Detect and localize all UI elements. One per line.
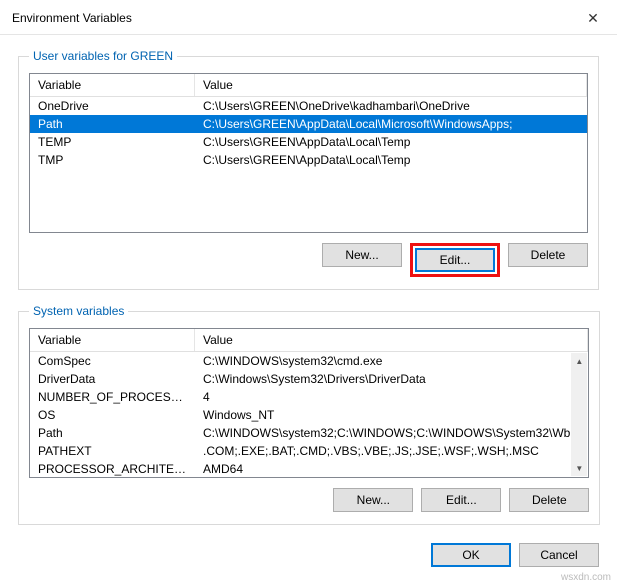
user-new-button[interactable]: New...: [322, 243, 402, 267]
table-row[interactable]: TEMPC:\Users\GREEN\AppData\Local\Temp: [30, 133, 587, 151]
var-value: C:\Windows\System32\Drivers\DriverData: [195, 371, 588, 387]
system-variables-list[interactable]: Variable Value ComSpecC:\WINDOWS\system3…: [29, 328, 589, 478]
scrollbar[interactable]: ▲ ▼: [571, 353, 587, 476]
edit-highlight: Edit...: [410, 243, 500, 277]
table-row[interactable]: PATHEXT.COM;.EXE;.BAT;.CMD;.VBS;.VBE;.JS…: [30, 442, 588, 460]
watermark: wsxdn.com: [561, 572, 611, 583]
titlebar: Environment Variables ✕: [0, 0, 617, 35]
var-value: .COM;.EXE;.BAT;.CMD;.VBS;.VBE;.JS;.JSE;.…: [195, 443, 588, 459]
list-header: Variable Value: [30, 329, 588, 352]
list-header: Variable Value: [30, 74, 587, 97]
table-row[interactable]: NUMBER_OF_PROCESSORS4: [30, 388, 588, 406]
table-row[interactable]: TMPC:\Users\GREEN\AppData\Local\Temp: [30, 151, 587, 169]
system-group-legend: System variables: [29, 304, 128, 318]
var-name: OS: [30, 407, 195, 423]
system-buttons-row: New... Edit... Delete: [29, 488, 589, 512]
col-value[interactable]: Value: [195, 329, 588, 351]
dialog-buttons: OK Cancel: [18, 539, 599, 567]
var-name: PATHEXT: [30, 443, 195, 459]
table-row[interactable]: OneDriveC:\Users\GREEN\OneDrive\kadhamba…: [30, 97, 587, 115]
cancel-button[interactable]: Cancel: [519, 543, 599, 567]
user-variables-group: User variables for GREEN Variable Value …: [18, 49, 599, 290]
table-row[interactable]: DriverDataC:\Windows\System32\Drivers\Dr…: [30, 370, 588, 388]
close-icon[interactable]: ✕: [581, 8, 605, 28]
system-variables-group: System variables Variable Value ComSpecC…: [18, 304, 600, 525]
table-row[interactable]: OSWindows_NT: [30, 406, 588, 424]
col-value[interactable]: Value: [195, 74, 587, 96]
var-value: C:\WINDOWS\system32\cmd.exe: [195, 353, 588, 369]
user-buttons-row: New... Edit... Delete: [29, 243, 588, 277]
var-name: PROCESSOR_ARCHITECTURE: [30, 461, 195, 476]
var-name: DriverData: [30, 371, 195, 387]
user-group-legend: User variables for GREEN: [29, 49, 177, 63]
scroll-down-icon[interactable]: ▼: [571, 460, 587, 476]
scroll-up-icon[interactable]: ▲: [571, 353, 587, 369]
var-value: 4: [195, 389, 588, 405]
var-name: Path: [30, 425, 195, 441]
var-name: TEMP: [30, 134, 195, 150]
var-name: ComSpec: [30, 353, 195, 369]
user-delete-button[interactable]: Delete: [508, 243, 588, 267]
ok-button[interactable]: OK: [431, 543, 511, 567]
window-title: Environment Variables: [12, 11, 132, 25]
table-row[interactable]: PROCESSOR_ARCHITECTUREAMD64: [30, 460, 588, 476]
var-value: Windows_NT: [195, 407, 588, 423]
system-new-button[interactable]: New...: [333, 488, 413, 512]
var-value: AMD64: [195, 461, 588, 476]
col-variable[interactable]: Variable: [30, 329, 195, 351]
scroll-track[interactable]: [571, 369, 587, 460]
table-row[interactable]: ComSpecC:\WINDOWS\system32\cmd.exe: [30, 352, 588, 370]
var-name: TMP: [30, 152, 195, 168]
system-delete-button[interactable]: Delete: [509, 488, 589, 512]
var-value: C:\Users\GREEN\AppData\Local\Temp: [195, 152, 587, 168]
dialog-content: User variables for GREEN Variable Value …: [0, 35, 617, 577]
var-name: Path: [30, 116, 195, 132]
system-edit-button[interactable]: Edit...: [421, 488, 501, 512]
var-name: OneDrive: [30, 98, 195, 114]
table-row[interactable]: PathC:\Users\GREEN\AppData\Local\Microso…: [30, 115, 587, 133]
user-edit-button[interactable]: Edit...: [415, 248, 495, 272]
var-name: NUMBER_OF_PROCESSORS: [30, 389, 195, 405]
var-value: C:\Users\GREEN\OneDrive\kadhambari\OneDr…: [195, 98, 587, 114]
var-value: C:\WINDOWS\system32;C:\WINDOWS;C:\WINDOW…: [195, 425, 588, 441]
var-value: C:\Users\GREEN\AppData\Local\Temp: [195, 134, 587, 150]
table-row[interactable]: PathC:\WINDOWS\system32;C:\WINDOWS;C:\WI…: [30, 424, 588, 442]
user-variables-list[interactable]: Variable Value OneDriveC:\Users\GREEN\On…: [29, 73, 588, 233]
var-value: C:\Users\GREEN\AppData\Local\Microsoft\W…: [195, 116, 587, 132]
col-variable[interactable]: Variable: [30, 74, 195, 96]
